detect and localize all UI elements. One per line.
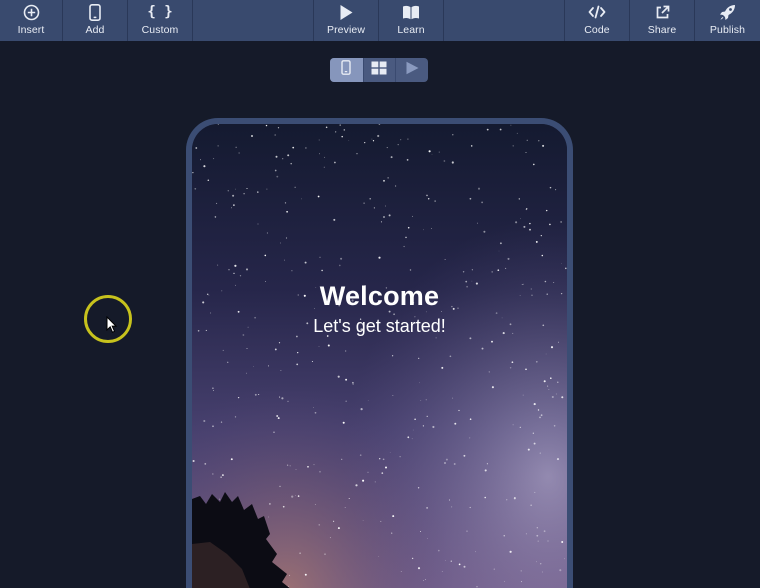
top-toolbar: Insert Add { } Custom Preview Learn Code… <box>0 0 760 41</box>
custom-button[interactable]: { } Custom <box>128 0 193 41</box>
welcome-title: Welcome <box>319 281 440 311</box>
phone-view-button[interactable] <box>330 58 363 82</box>
view-toggle <box>330 58 428 82</box>
insert-button[interactable]: Insert <box>0 0 63 41</box>
mouse-pointer-icon <box>106 316 118 333</box>
phone-preview-frame: Welcome Let's get started! <box>186 118 573 588</box>
phone-icon <box>89 1 101 23</box>
external-link-icon <box>655 1 670 23</box>
code-button[interactable]: Code <box>564 0 630 41</box>
share-button[interactable]: Share <box>630 0 695 41</box>
code-label: Code <box>584 24 610 36</box>
phone-view-icon <box>341 60 352 80</box>
welcome-subtitle: Let's get started! <box>313 316 446 336</box>
play-view-icon <box>405 61 419 80</box>
play-view-button[interactable] <box>395 58 428 82</box>
add-label: Add <box>85 24 105 36</box>
plus-circle-icon <box>23 1 40 23</box>
insert-label: Insert <box>17 24 45 36</box>
publish-button[interactable]: Publish <box>695 0 760 41</box>
learn-label: Learn <box>397 24 425 36</box>
publish-label: Publish <box>709 24 746 36</box>
grid-view-icon <box>371 61 387 80</box>
play-icon <box>339 1 353 23</box>
learn-button[interactable]: Learn <box>379 0 444 41</box>
code-icon <box>588 1 606 23</box>
night-sky-background <box>192 124 567 588</box>
add-button[interactable]: Add <box>63 0 128 41</box>
book-icon <box>402 1 420 23</box>
preview-button[interactable]: Preview <box>313 0 379 41</box>
custom-label: Custom <box>141 24 179 36</box>
grid-view-button[interactable] <box>362 58 396 82</box>
braces-icon: { } <box>147 4 173 20</box>
preview-screen: Welcome Let's get started! <box>192 124 567 588</box>
rocket-icon <box>719 1 736 23</box>
share-label: Share <box>647 24 677 36</box>
preview-label: Preview <box>326 24 366 36</box>
